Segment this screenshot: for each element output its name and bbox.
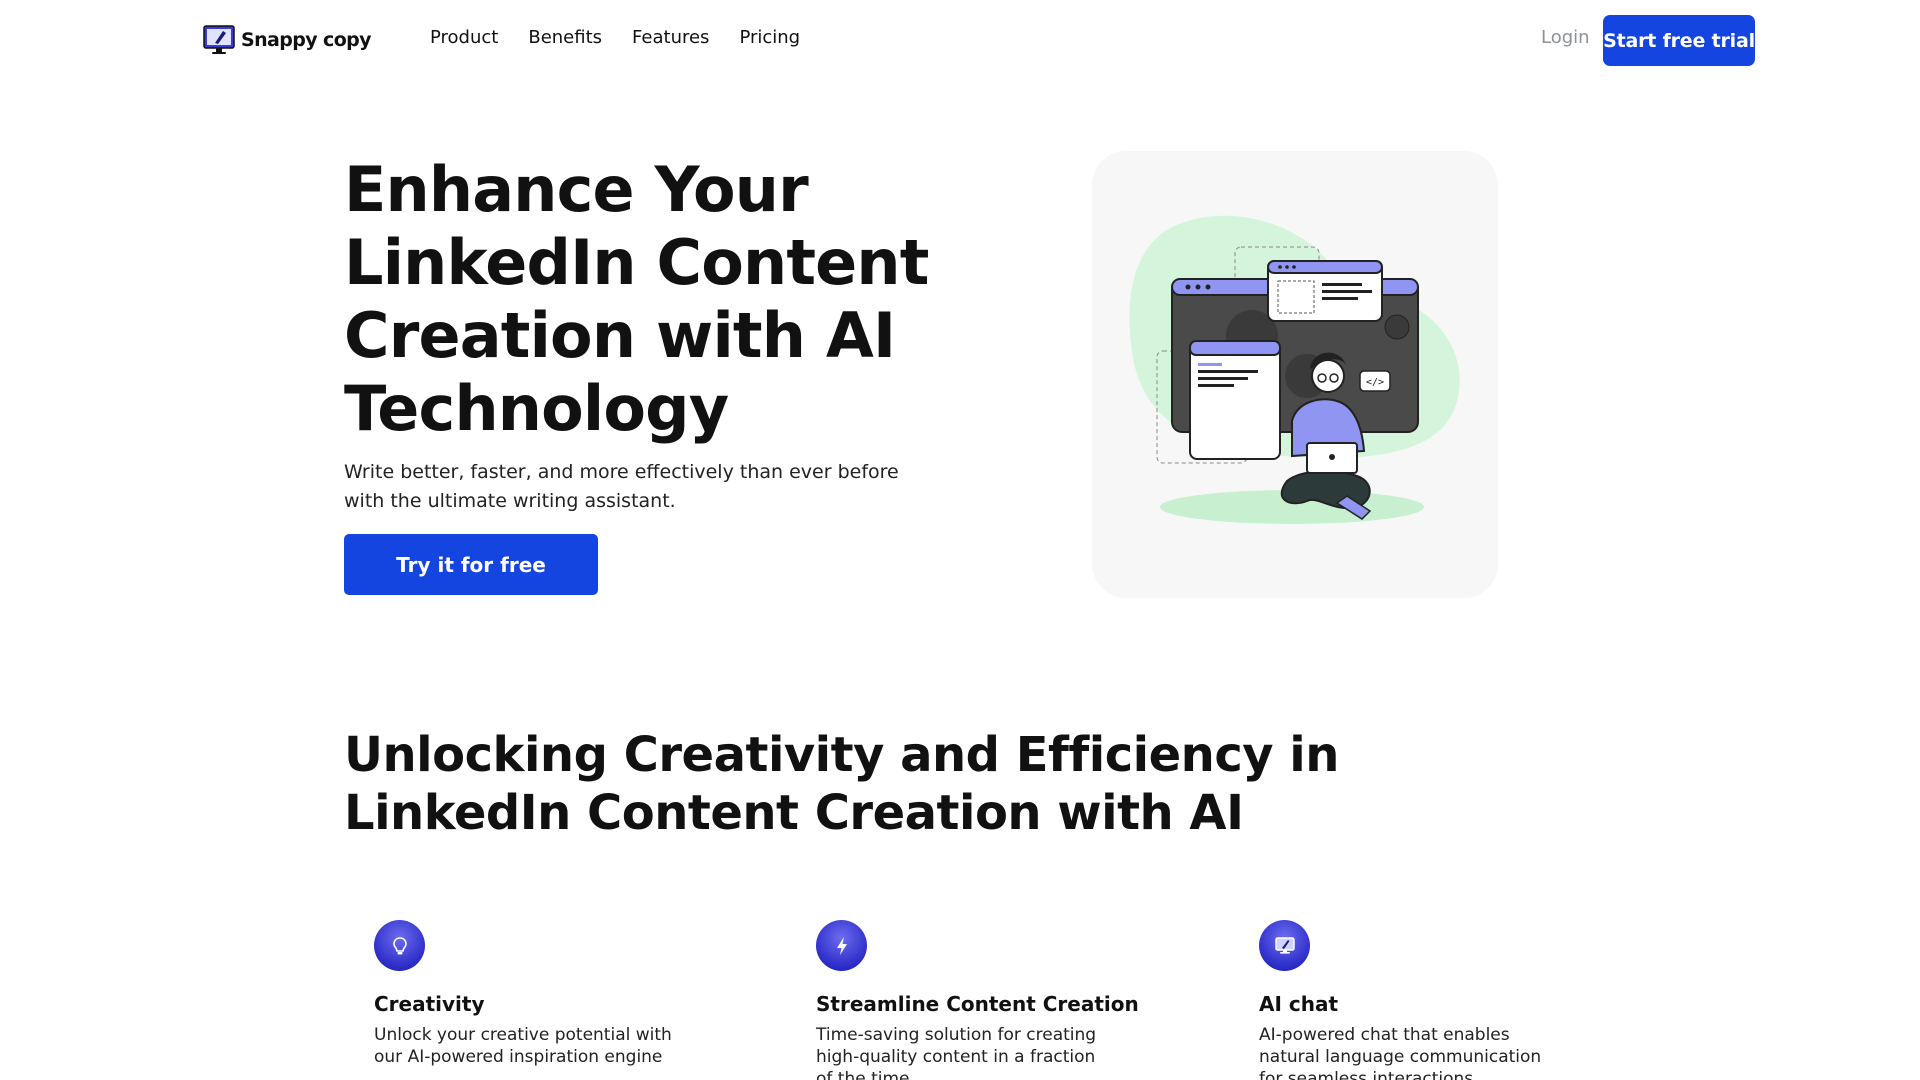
section-title: Unlocking Creativity and Efficiency in L… [344, 727, 1339, 841]
login-link[interactable]: Login [1541, 27, 1590, 48]
nav-benefits[interactable]: Benefits [528, 27, 602, 48]
feature-title: Streamline Content Creation [816, 992, 1139, 1016]
nav-features[interactable]: Features [632, 27, 709, 48]
nav-product[interactable]: Product [430, 27, 498, 48]
start-free-trial-button[interactable]: Start free trial [1603, 15, 1755, 66]
hero-subtitle: Write better, faster, and more effective… [344, 461, 899, 512]
try-it-free-button[interactable]: Try it for free [344, 534, 598, 595]
feature-streamline: Streamline Content Creation Time-saving … [816, 920, 1156, 1080]
brand-name: Snappy copy [241, 29, 372, 51]
monitor-chat-icon [1259, 920, 1310, 971]
lightning-icon [816, 920, 867, 971]
feature-ai-chat: AI chat AI-powered chat that enables nat… [1259, 920, 1599, 1080]
feature-title: AI chat [1259, 992, 1339, 1016]
feature-title: Creativity [374, 992, 485, 1016]
hero-illustration-card: </> [1092, 151, 1498, 598]
feature-desc: Unlock your creative potential with our … [374, 1025, 672, 1067]
lightbulb-icon [374, 920, 425, 971]
brand-logo[interactable]: Snappy copy [203, 24, 372, 56]
top-nav: Snappy copy Product Benefits Features Pr… [0, 0, 1920, 80]
hero-title: Enhance Your LinkedIn Content Creation w… [344, 153, 929, 445]
developer-illustration: </> [1129, 215, 1460, 524]
feature-desc: AI-powered chat that enables natural lan… [1259, 1025, 1542, 1080]
monitor-logo-icon [203, 25, 235, 54]
feature-creativity: Creativity Unlock your creative potentia… [374, 920, 714, 1068]
nav-pricing[interactable]: Pricing [739, 27, 800, 48]
feature-desc: Time-saving solution for creating high-q… [816, 1025, 1097, 1080]
svg-text:</>: </> [1366, 377, 1384, 388]
main-menu: Product Benefits Features Pricing [430, 27, 800, 48]
